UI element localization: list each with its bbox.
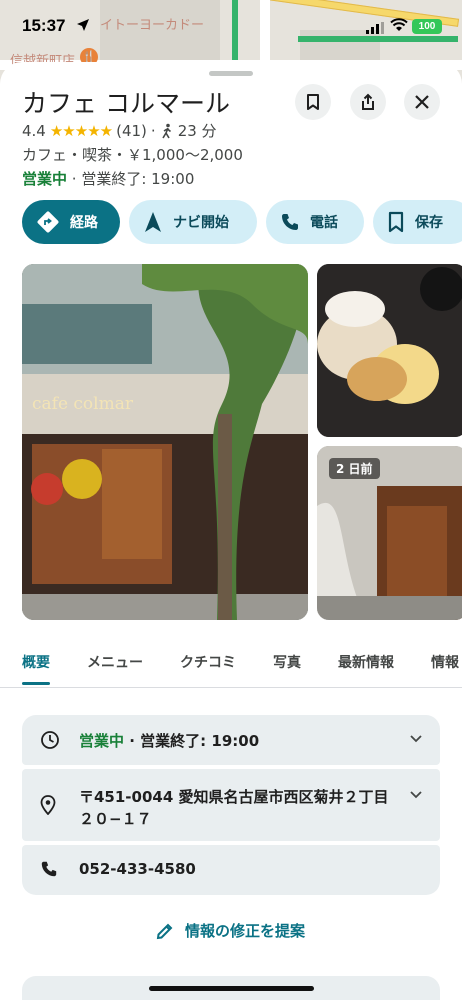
call-button[interactable]: 電話 xyxy=(266,200,364,244)
suggest-edit-label: 情報の修正を提案 xyxy=(185,922,306,940)
tab-about[interactable]: 情報 xyxy=(431,640,459,687)
category-price: カフェ・喫茶・￥1,000～2,000 xyxy=(22,146,243,164)
cellular-signal-icon xyxy=(366,22,384,34)
phone-icon xyxy=(282,214,298,230)
place-title: カフェ コルマール xyxy=(22,89,230,118)
clock-icon xyxy=(41,731,59,749)
photo-dessert[interactable] xyxy=(317,264,462,437)
phone-number: 052-433-4580 xyxy=(79,860,196,878)
rating-stars-icon: ★★★★★ xyxy=(49,121,113,140)
close-icon xyxy=(415,95,429,109)
status-bar: 15:37 100 xyxy=(0,0,462,56)
sheet-grabber[interactable] xyxy=(209,71,253,76)
location-pin-icon xyxy=(40,795,56,815)
bookmark-icon xyxy=(307,94,319,110)
tab-bar: 概要 メニュー クチコミ 写真 最新情報 情報 xyxy=(0,640,462,688)
location-arrow-icon xyxy=(77,19,89,31)
call-label: 電話 xyxy=(310,215,338,231)
action-chips: 経路 ナビ開始 電話 保存 xyxy=(22,200,462,246)
rating-value: 4.4 xyxy=(22,121,46,140)
dessert-photo-image xyxy=(317,264,462,437)
save-label: 保存 xyxy=(415,215,443,231)
address-line1: 〒451-0044 愛知県名古屋市西区菊井２丁目 xyxy=(79,788,389,806)
status-time: 15:37 xyxy=(22,16,66,35)
directions-button[interactable]: 経路 xyxy=(22,200,120,244)
suggest-edit-link[interactable]: 情報の修正を提案 xyxy=(155,920,305,941)
address-line2: ２０−１７ xyxy=(79,810,152,828)
rating-row[interactable]: 4.4 ★★★★★ (41) · 23 分 xyxy=(22,120,217,141)
photo-entrance[interactable]: 2 日前 xyxy=(317,446,462,620)
directions-icon xyxy=(37,211,59,233)
review-count: (41) xyxy=(116,121,147,140)
phone-card[interactable]: 052-433-4580 xyxy=(22,845,440,895)
share-icon xyxy=(362,93,374,110)
home-indicator[interactable] xyxy=(149,986,314,991)
bookmark-icon xyxy=(388,211,404,233)
open-status: 営業中 xyxy=(22,170,68,188)
address-card[interactable]: 〒451-0044 愛知県名古屋市西区菊井２丁目 ２０−１７ xyxy=(22,769,440,841)
photo-age-badge: 2 日前 xyxy=(329,458,380,479)
tab-overview[interactable]: 概要 xyxy=(22,640,50,687)
hours-open-status: 営業中 xyxy=(79,732,125,750)
tab-menu[interactable]: メニュー xyxy=(87,640,143,687)
storefront-photo-image: cafe colmar xyxy=(22,264,308,620)
walk-time: 23 分 xyxy=(177,122,217,140)
separator-dot: · xyxy=(150,121,156,140)
tab-photos[interactable]: 写真 xyxy=(273,640,301,687)
chevron-down-icon xyxy=(410,735,422,743)
chevron-down-icon xyxy=(410,791,422,799)
photo-storefront[interactable]: cafe colmar xyxy=(22,264,308,620)
directions-label: 経路 xyxy=(70,215,98,231)
storefront-sign: cafe colmar xyxy=(32,394,134,414)
share-button[interactable] xyxy=(350,84,386,120)
start-navigation-label: ナビ開始 xyxy=(173,215,229,231)
hours-detail: 営業中 · 営業終了: 19:00 xyxy=(79,730,259,751)
wifi-icon xyxy=(390,18,408,31)
walking-icon xyxy=(162,123,171,138)
start-navigation-button[interactable]: ナビ開始 xyxy=(129,200,257,244)
hours-summary: 営業中 · 営業終了: 19:00 xyxy=(22,168,194,189)
pencil-icon xyxy=(156,923,173,939)
save-bookmark-button[interactable] xyxy=(295,84,331,120)
phone-icon xyxy=(41,861,57,877)
close-button[interactable] xyxy=(404,84,440,120)
save-button[interactable]: 保存 xyxy=(373,200,462,244)
closing-time: · 営業終了: 19:00 xyxy=(67,170,195,188)
place-sheet: カフェ コルマール 4.4 ★★★★★ (41) · 23 分 カフェ・喫茶・￥… xyxy=(0,62,462,1000)
hours-card[interactable]: 営業中 · 営業終了: 19:00 xyxy=(22,715,440,765)
tab-updates[interactable]: 最新情報 xyxy=(338,640,394,687)
hours-closing: · 営業終了: 19:00 xyxy=(124,732,260,750)
navigation-arrow-icon xyxy=(145,212,161,232)
battery-indicator: 100 xyxy=(412,19,442,34)
tab-reviews[interactable]: クチコミ xyxy=(180,640,236,687)
